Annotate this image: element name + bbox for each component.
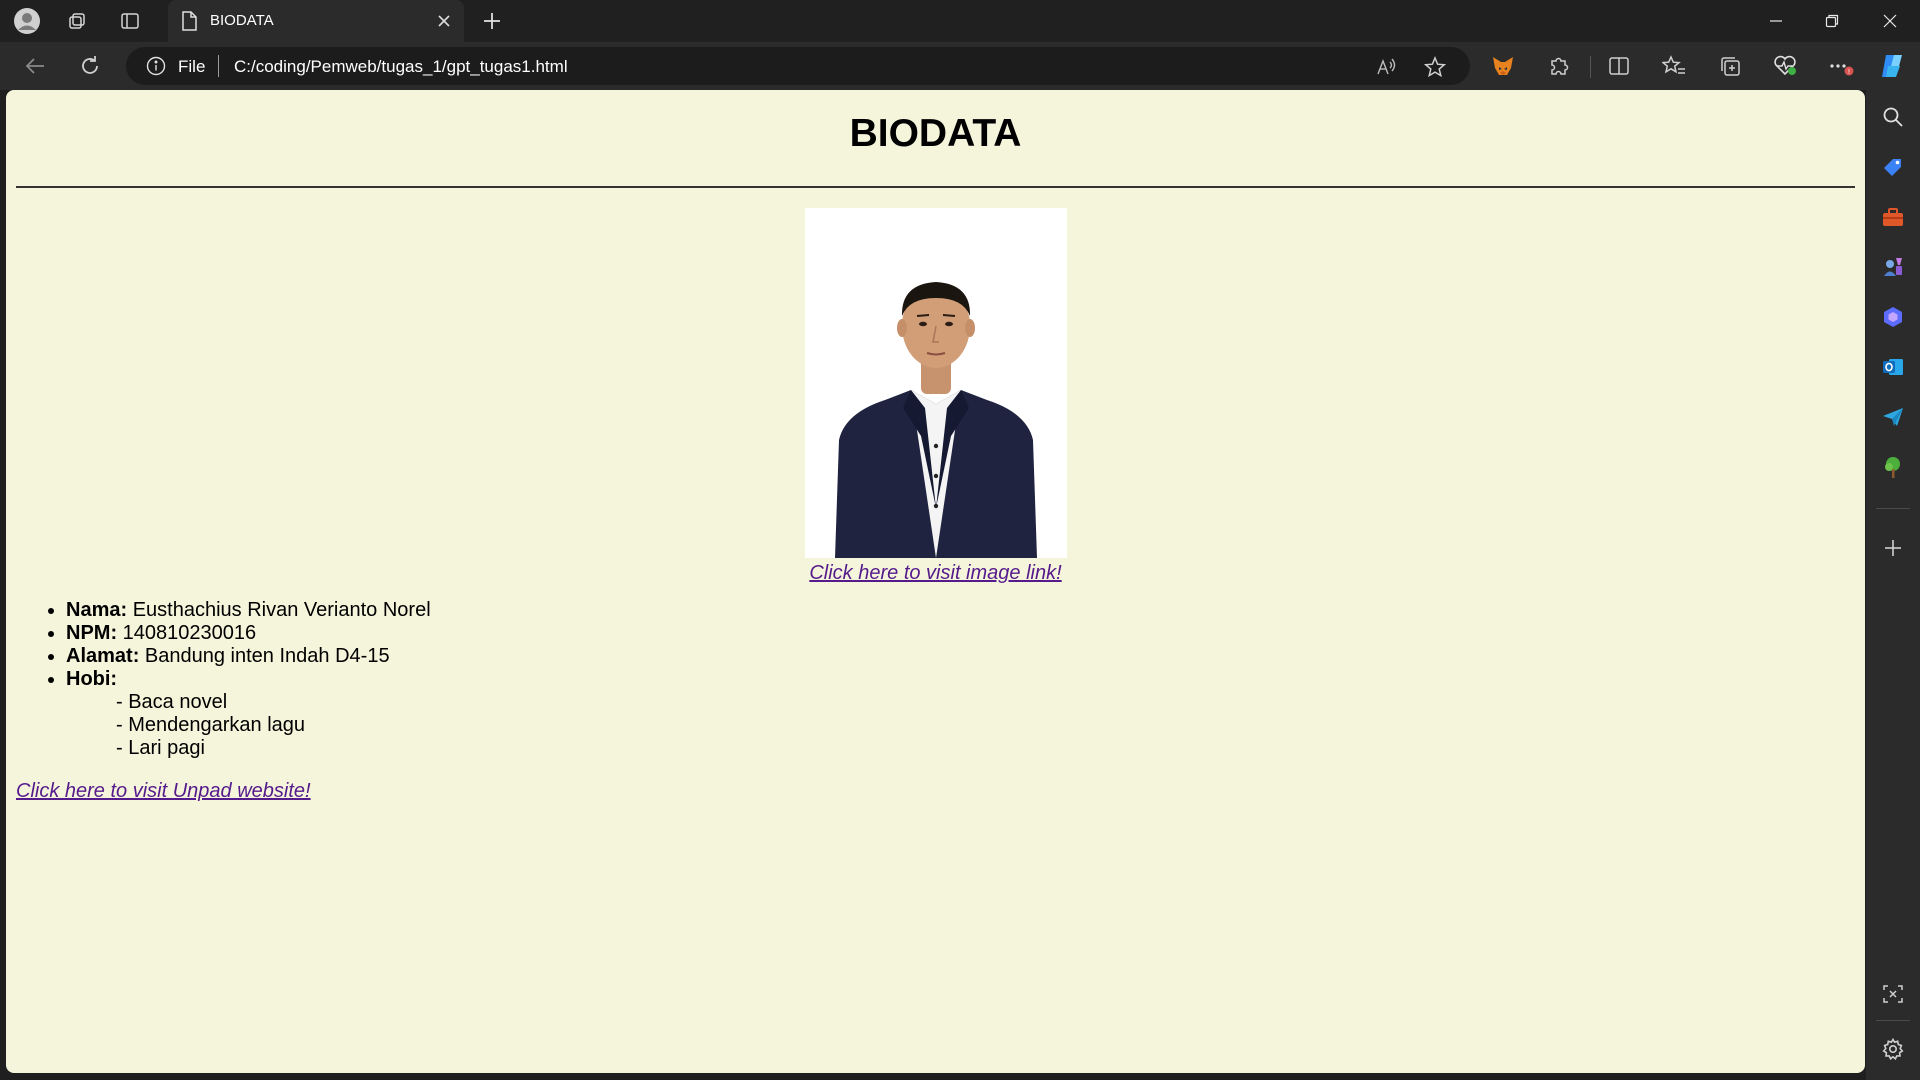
address-divider xyxy=(218,55,219,77)
page-content: BIODATA Click here to visit image link! … xyxy=(6,90,1865,803)
search-icon[interactable] xyxy=(1879,103,1907,131)
photo-container xyxy=(16,208,1855,558)
file-icon xyxy=(180,11,198,31)
minimize-button[interactable] xyxy=(1748,0,1804,42)
puzzle-icon[interactable] xyxy=(1545,52,1573,80)
toolbar-divider xyxy=(1590,56,1591,78)
bio-value: Eusthachius Rivan Verianto Norel xyxy=(132,599,431,621)
vertical-tabs-icon[interactable] xyxy=(115,6,145,36)
edge-sidebar xyxy=(1866,90,1920,1080)
bio-value: Bandung inten Indah D4-15 xyxy=(144,645,390,667)
toolbox-icon[interactable] xyxy=(1879,203,1907,231)
tab-biodata[interactable]: BIODATA xyxy=(168,0,464,42)
image-link[interactable]: Click here to visit image link! xyxy=(16,562,1855,585)
title-divider xyxy=(16,186,1855,188)
gear-icon[interactable] xyxy=(1879,1035,1907,1063)
add-icon[interactable] xyxy=(1879,534,1907,562)
profile-photo xyxy=(804,208,1067,558)
sidebar-divider xyxy=(1876,508,1910,509)
new-tab-button[interactable] xyxy=(477,6,507,36)
back-button[interactable] xyxy=(19,50,51,82)
shopping-tag-icon[interactable] xyxy=(1879,153,1907,181)
hobby-item: - Mendengarkan lagu xyxy=(116,714,306,736)
address-scheme: File xyxy=(178,57,206,76)
read-aloud-icon[interactable] xyxy=(1374,55,1398,79)
bio-label: NPM: xyxy=(66,622,118,644)
close-tab-icon[interactable] xyxy=(432,9,456,33)
profile-icon[interactable] xyxy=(12,6,42,36)
copilot-icon[interactable] xyxy=(1878,52,1906,80)
bio-list: Nama: Eusthachius Rivan Verianto Norel N… xyxy=(16,599,1855,760)
split-screen-icon[interactable] xyxy=(1605,52,1633,80)
copilot-sidebar-icon[interactable] xyxy=(1879,303,1907,331)
collections-icon[interactable] xyxy=(1716,52,1744,80)
fox-icon[interactable] xyxy=(1489,52,1517,80)
games-icon[interactable] xyxy=(1879,253,1907,281)
page-title: BIODATA xyxy=(849,112,1022,155)
window-bottom-edge xyxy=(0,1073,1866,1080)
heart-pulse-icon[interactable] xyxy=(1771,52,1799,80)
close-window-button[interactable] xyxy=(1862,0,1918,42)
title-bar: BIODATA xyxy=(0,0,1920,42)
browser-toolbar: File C:/coding/Pemweb/tugas_1/gpt_tugas1… xyxy=(0,42,1920,90)
bio-item-nama: Nama: Eusthachius Rivan Verianto Norel xyxy=(66,599,1855,622)
send-icon[interactable] xyxy=(1879,403,1907,431)
tab-title: BIODATA xyxy=(210,12,274,29)
tree-icon[interactable] xyxy=(1879,453,1907,481)
workspaces-icon[interactable] xyxy=(62,6,92,36)
restore-button[interactable] xyxy=(1804,0,1860,42)
bio-label: Hobi: xyxy=(66,668,118,690)
address-bar[interactable]: File C:/coding/Pemweb/tugas_1/gpt_tugas1… xyxy=(126,47,1470,85)
bio-item-alamat: Alamat: Bandung inten Indah D4-15 xyxy=(66,645,1855,668)
more-icon[interactable]: ! xyxy=(1827,52,1855,80)
page-viewport: BIODATA Click here to visit image link! … xyxy=(6,90,1865,1073)
address-url[interactable]: C:/coding/Pemweb/tugas_1/gpt_tugas1.html xyxy=(234,57,568,77)
bio-label: Nama: xyxy=(66,599,128,621)
hobby-item: - Lari pagi xyxy=(116,737,205,759)
favorites-icon[interactable] xyxy=(1660,52,1688,80)
unpad-website-link[interactable]: Click here to visit Unpad website! xyxy=(16,780,311,803)
bio-value: 140810230016 xyxy=(122,622,257,644)
bio-item-npm: NPM: 140810230016 xyxy=(66,622,1855,645)
screenshot-icon[interactable] xyxy=(1879,980,1907,1008)
svg-text:!: ! xyxy=(1848,69,1850,76)
info-icon[interactable] xyxy=(146,56,166,76)
refresh-button[interactable] xyxy=(74,50,106,82)
bio-label: Alamat: xyxy=(66,645,140,667)
star-icon[interactable] xyxy=(1423,55,1447,79)
hobby-item: - Baca novel xyxy=(116,691,228,713)
bio-item-hobi: Hobi: - Baca novel - Mendengarkan lagu -… xyxy=(66,668,1855,760)
sidebar-divider xyxy=(1876,1020,1910,1021)
outlook-icon[interactable] xyxy=(1879,353,1907,381)
